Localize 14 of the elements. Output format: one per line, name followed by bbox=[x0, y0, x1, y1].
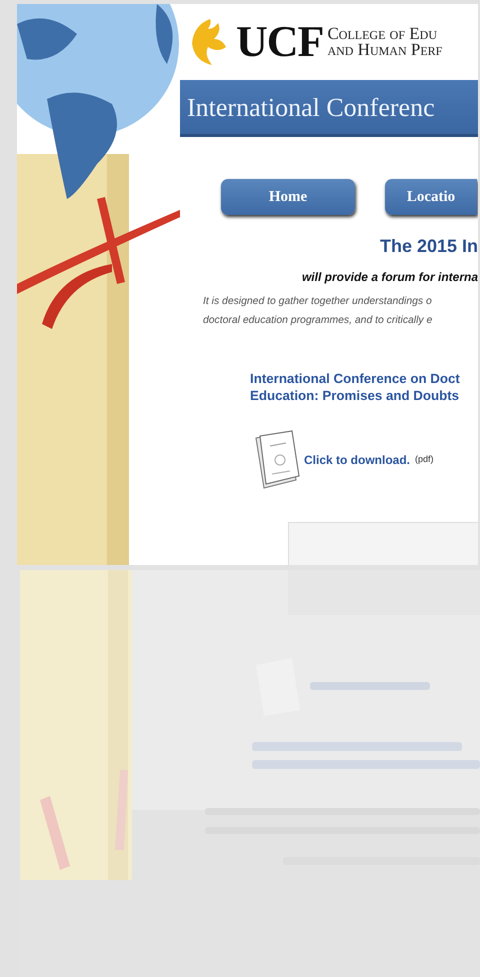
nav-button[interactable]: Locatio bbox=[385, 179, 477, 215]
banner-title: International Conferenc bbox=[187, 92, 435, 124]
ucf-logo-text: UCF bbox=[236, 20, 324, 64]
conference-heading: The 2015 In bbox=[378, 235, 478, 257]
download-link[interactable]: Click to download. bbox=[304, 451, 410, 469]
nav-button[interactable]: Home bbox=[221, 179, 355, 215]
tagline: will provide a forum for interna bbox=[300, 269, 478, 286]
description-line: doctoral education programmes, and to critically e bbox=[203, 314, 434, 328]
file-format-label: (pdf) bbox=[415, 453, 434, 466]
description-line: It is designed to gather together understandings o bbox=[203, 295, 433, 309]
publication-title-line: Education: Promises and Doubts bbox=[250, 387, 460, 404]
publication-title-line: International Conference on Doct bbox=[250, 370, 461, 387]
college-name-line: and Human Perf bbox=[327, 42, 442, 58]
college-name-line: College of Edu bbox=[327, 26, 438, 42]
